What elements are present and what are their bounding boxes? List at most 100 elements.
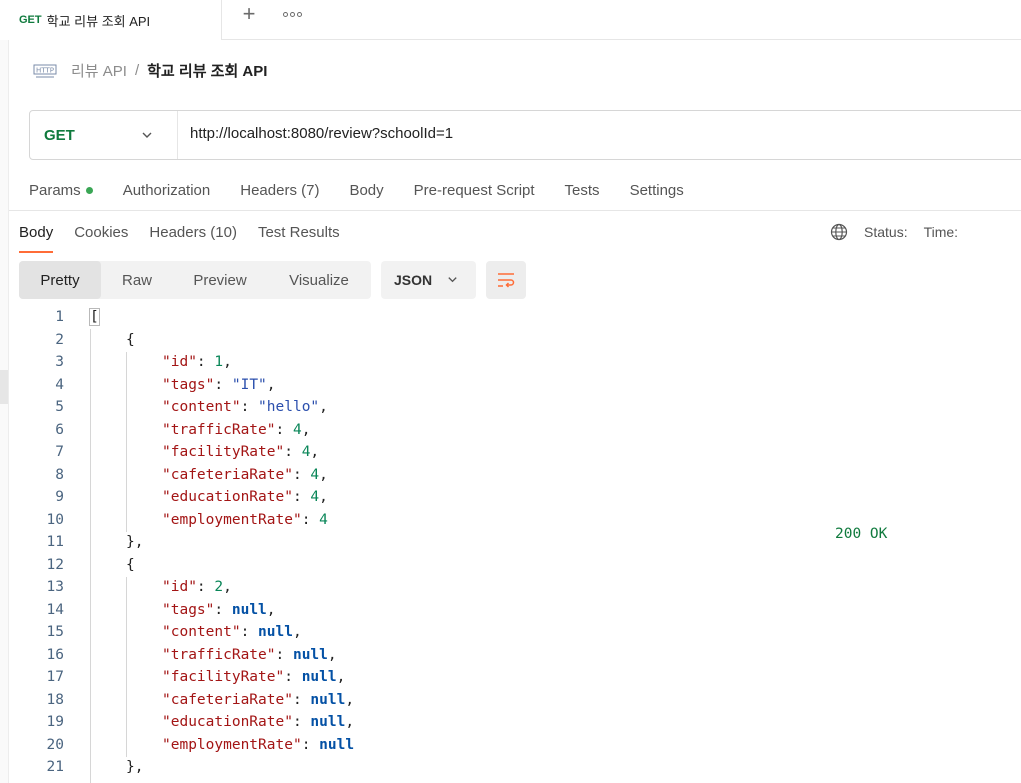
wrap-lines-icon bbox=[498, 273, 515, 288]
breadcrumb: HTTP 리뷰 API / 학교 리뷰 조회 API bbox=[33, 58, 267, 82]
tab-authorization[interactable]: Authorization bbox=[123, 182, 211, 199]
view-raw-button[interactable]: Raw bbox=[101, 261, 173, 299]
code-line: 20 "employmentRate": null bbox=[0, 734, 1021, 757]
url-input[interactable]: http://localhost:8080/review?schoolId=1 bbox=[190, 125, 453, 142]
json-key: "educationRate" bbox=[162, 714, 293, 730]
json-key: "facilityRate" bbox=[162, 669, 285, 685]
json-value: null bbox=[319, 736, 355, 753]
breadcrumb-separator: / bbox=[134, 61, 140, 79]
tab-headers[interactable]: Headers (7) bbox=[240, 182, 319, 199]
json-key: "facilityRate" bbox=[162, 444, 285, 460]
request-tabs: Params Authorization Headers (7) Body Pr… bbox=[29, 179, 714, 201]
tab-pre-request-label: Pre-request Script bbox=[413, 181, 535, 199]
line-number: 11 bbox=[46, 534, 64, 550]
tab-body-label: Body bbox=[349, 181, 384, 199]
json-value: null bbox=[310, 691, 346, 708]
line-number: 16 bbox=[46, 646, 64, 663]
line-number: 19 bbox=[46, 714, 64, 730]
tab-method-label: GET bbox=[19, 14, 42, 26]
line-number: 4 bbox=[55, 376, 64, 393]
http-icon: HTTP bbox=[33, 64, 57, 78]
line-number: 9 bbox=[55, 489, 64, 505]
json-key: "employmentRate" bbox=[162, 511, 302, 528]
json-value: null bbox=[292, 646, 328, 663]
tab-authorization-label: Authorization bbox=[122, 181, 211, 199]
line-number: 3 bbox=[55, 354, 64, 370]
breadcrumb-current[interactable]: 학교 리뷰 조회 API bbox=[147, 60, 267, 81]
line-number: 2 bbox=[55, 331, 64, 348]
tab-headers-label: Headers (7) bbox=[240, 181, 320, 199]
code-line: 10 "employmentRate": 4 bbox=[0, 509, 1021, 532]
tab-settings-label: Settings bbox=[629, 181, 684, 199]
chevron-down-icon bbox=[448, 277, 457, 283]
code-line: 2{ bbox=[0, 329, 1021, 352]
json-value: null bbox=[301, 669, 337, 685]
code-line: 21}, bbox=[0, 756, 1021, 779]
line-number: 18 bbox=[46, 691, 64, 708]
json-key: "id" bbox=[162, 579, 197, 595]
open-object: { bbox=[126, 556, 135, 573]
response-tab-test-results[interactable]: Test Results bbox=[258, 224, 340, 241]
code-line: 9 "educationRate": 4, bbox=[0, 486, 1021, 509]
request-url-bar: GET http://localhost:8080/review?schoolI… bbox=[29, 110, 1021, 160]
open-object: { bbox=[126, 331, 135, 348]
line-number: 1 bbox=[55, 309, 64, 325]
code-line: 1[ bbox=[0, 306, 1021, 329]
tab-settings[interactable]: Settings bbox=[630, 182, 684, 199]
json-key: "content" bbox=[162, 399, 241, 415]
method-select[interactable]: GET bbox=[30, 111, 178, 159]
code-line: 13 "id": 2, bbox=[0, 576, 1021, 599]
code-line: 5 "content": "hello", bbox=[0, 396, 1021, 419]
line-number: 13 bbox=[46, 579, 64, 595]
response-status: Status: 200 OK Time: bbox=[830, 220, 959, 542]
json-key: "cafeteriaRate" bbox=[162, 691, 293, 708]
line-number: 10 bbox=[46, 511, 64, 528]
line-number: 6 bbox=[55, 421, 64, 438]
code-line: 12 { bbox=[0, 554, 1021, 577]
line-number: 12 bbox=[46, 556, 64, 573]
code-line: 6 "trafficRate": 4, bbox=[0, 419, 1021, 442]
more-tabs-icon[interactable] bbox=[283, 4, 302, 24]
response-tab-body[interactable]: Body bbox=[19, 224, 54, 253]
view-visualize-button[interactable]: Visualize bbox=[267, 261, 371, 299]
svg-text:HTTP: HTTP bbox=[36, 67, 54, 75]
json-key: "trafficRate" bbox=[162, 646, 276, 663]
json-key: "content" bbox=[162, 624, 241, 640]
response-body-code[interactable]: 1[ 2{ 3 "id": 1, 4 "tags": "IT", 5 "content… bbox=[0, 306, 1021, 779]
new-tab-button[interactable]: + bbox=[238, 3, 260, 26]
globe-icon[interactable] bbox=[830, 223, 848, 241]
line-number: 21 bbox=[46, 759, 64, 775]
json-value: 4 bbox=[319, 511, 328, 528]
breadcrumb-parent[interactable]: 리뷰 API bbox=[71, 60, 127, 81]
response-tab-cookies[interactable]: Cookies bbox=[74, 224, 128, 241]
json-value: 1 bbox=[214, 354, 224, 370]
method-value: GET bbox=[44, 126, 75, 144]
view-pretty-button[interactable]: Pretty bbox=[19, 261, 101, 299]
response-tabs: Body Cookies Headers (10) Test Results bbox=[19, 220, 361, 253]
tab-body[interactable]: Body bbox=[349, 182, 383, 199]
code-line: 8 "cafeteriaRate": 4, bbox=[0, 464, 1021, 487]
line-number: 15 bbox=[46, 624, 64, 640]
json-value: 4 bbox=[292, 421, 302, 438]
tab-strip: GET 학교 리뷰 조회 API + bbox=[0, 0, 1021, 40]
code-line: 17 "facilityRate": null, bbox=[0, 666, 1021, 689]
tab-tests[interactable]: Tests bbox=[565, 182, 600, 199]
code-line: 16 "trafficRate": null, bbox=[0, 644, 1021, 667]
time-label: Time: bbox=[923, 224, 959, 240]
code-line: 3 "id": 1, bbox=[0, 351, 1021, 374]
json-value: 4 bbox=[310, 489, 320, 505]
json-key: "trafficRate" bbox=[162, 421, 276, 438]
line-number: 17 bbox=[46, 669, 64, 685]
format-select[interactable]: JSON bbox=[381, 261, 476, 299]
wrap-lines-button[interactable] bbox=[486, 261, 526, 299]
tab-params[interactable]: Params bbox=[29, 182, 93, 199]
tab-pre-request-script[interactable]: Pre-request Script bbox=[414, 182, 535, 199]
tab-request[interactable]: GET 학교 리뷰 조회 API bbox=[0, 0, 222, 40]
tab-title: 학교 리뷰 조회 API bbox=[46, 13, 151, 29]
json-value: "hello" bbox=[258, 399, 320, 415]
open-array-bracket: [ bbox=[89, 308, 100, 326]
chevron-down-icon bbox=[142, 132, 152, 138]
params-indicator-dot bbox=[85, 186, 93, 194]
response-tab-headers[interactable]: Headers (10) bbox=[149, 224, 237, 241]
view-preview-button[interactable]: Preview bbox=[173, 261, 267, 299]
